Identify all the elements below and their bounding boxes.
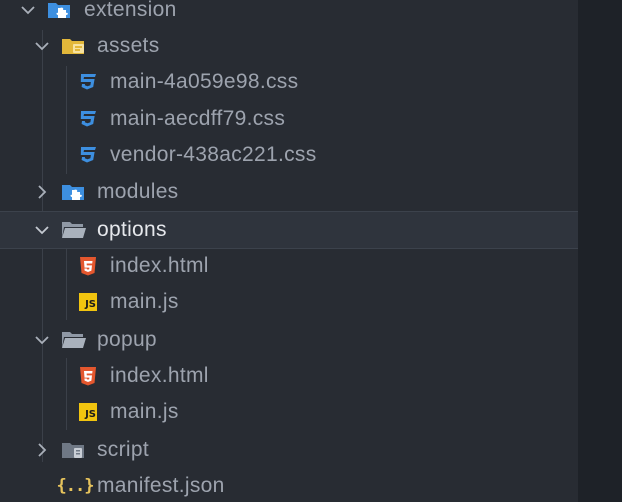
tree-file-html[interactable]: index.html [0,248,578,284]
tree-item-label: index.html [110,254,209,277]
js-badge: JS [79,403,97,421]
tree-file-css[interactable]: main-aecdff79.css [0,101,578,137]
tree-item-label: manifest.json [97,474,225,497]
tree-item-label: main.js [110,400,179,423]
tree-folder-options[interactable]: options [0,211,578,249]
tree-item-label: options [97,218,167,241]
html-file-icon [76,254,100,278]
folder-assets-open-icon [60,35,88,57]
tree-file-css[interactable]: vendor-438ac221.css [0,137,578,173]
tree-item-label: main.js [110,290,179,313]
folder-extension-open-icon [46,0,74,21]
tree-file-html[interactable]: index.html [0,358,578,394]
tree-file-js[interactable]: JS main.js [0,284,578,320]
folder-script-icon [60,439,88,461]
editor-gutter-edge [578,0,622,502]
js-file-icon: JS [78,402,98,422]
tree-folder-assets[interactable]: assets [0,28,578,64]
chevron-down-icon[interactable] [18,0,38,20]
json-file-icon: {..} [56,476,95,496]
folder-open-icon [60,219,88,241]
css-file-icon [76,143,100,167]
js-file-icon: JS [78,292,98,312]
tree-item-label: vendor-438ac221.css [110,143,317,166]
tree-item-label: extension [84,0,177,21]
tree-item-label: modules [97,180,179,203]
tree-file-js[interactable]: JS main.js [0,394,578,430]
folder-open-icon [60,329,88,351]
tree-file-css[interactable]: main-4a059e98.css [0,64,578,100]
tree-item-label: main-4a059e98.css [110,70,299,93]
tree-item-label: popup [97,328,157,351]
tree-item-label: index.html [110,364,209,387]
tree-folder-popup[interactable]: popup [0,322,578,358]
tree-folder-script[interactable]: script [0,432,578,468]
html-file-icon [76,364,100,388]
chevron-down-icon[interactable] [32,36,52,56]
folder-modules-icon [60,181,88,203]
tree-item-label: script [97,438,149,461]
chevron-right-icon[interactable] [32,182,52,202]
js-badge: JS [79,293,97,311]
chevron-down-icon[interactable] [32,330,52,350]
chevron-right-icon[interactable] [32,440,52,460]
tree-file-json[interactable]: {..} manifest.json [0,468,578,502]
tree-item-label: main-aecdff79.css [110,107,286,130]
css-file-icon [76,70,100,94]
file-explorer-tree: extension assets main-4a059e98.css main-… [0,0,578,502]
tree-folder-modules[interactable]: modules [0,174,578,210]
tree-folder-extension[interactable]: extension [0,0,578,28]
css-file-icon [76,107,100,131]
tree-item-label: assets [97,34,160,57]
chevron-down-icon[interactable] [32,220,52,240]
